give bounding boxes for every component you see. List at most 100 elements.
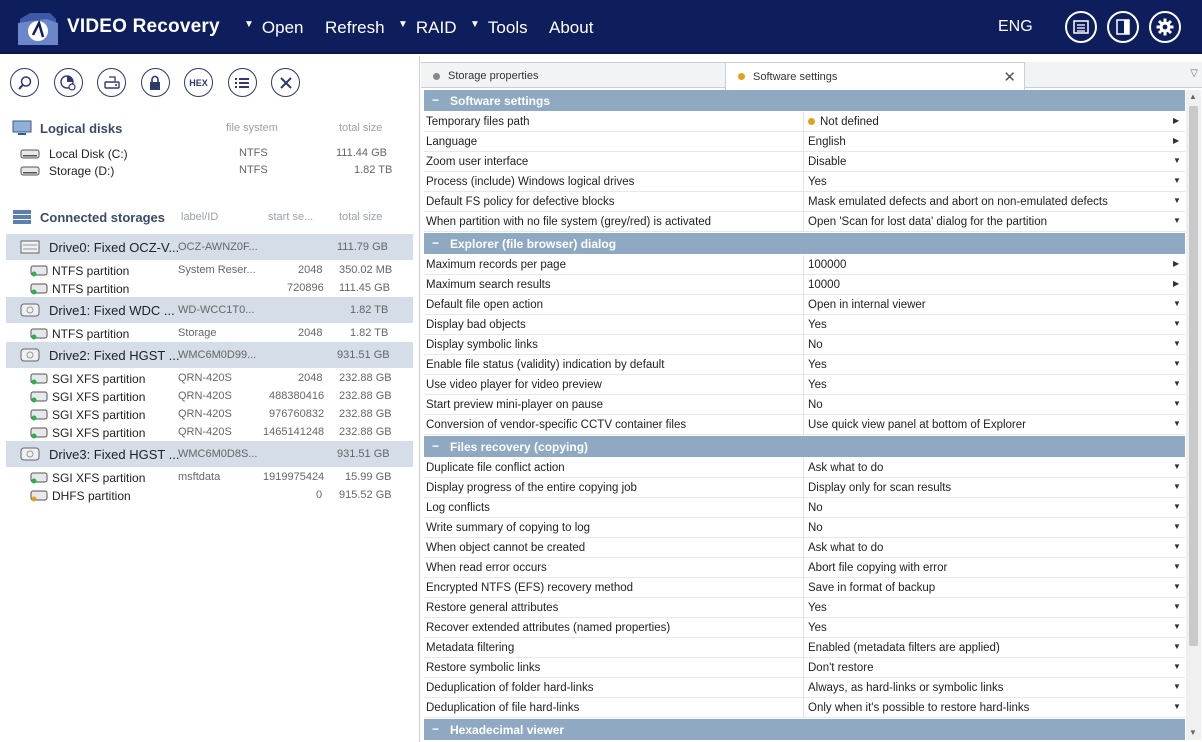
vertical-scrollbar[interactable]: ▲ ▼ (1186, 90, 1201, 740)
setting-row[interactable]: Display bad objects Yes ▼ (424, 315, 1185, 335)
setting-row[interactable]: Process (include) Windows logical drives… (424, 172, 1185, 192)
expand-arrow-icon[interactable]: ▶ (1173, 116, 1179, 125)
setting-row[interactable]: Start preview mini-player on pause No ▼ (424, 395, 1185, 415)
setting-value[interactable]: No (808, 399, 823, 411)
setting-value[interactable]: Yes (808, 319, 827, 331)
panel-toggle-button[interactable] (1107, 11, 1139, 43)
drive-row[interactable]: Drive3: Fixed HGST ... WMC6M0D8S... 931.… (6, 441, 413, 467)
partition-row[interactable]: SGI XFS partition QRN-420S 1465141248 23… (6, 424, 413, 442)
close-tab-icon[interactable]: ✕ (1003, 68, 1016, 86)
open-image-button[interactable] (97, 68, 126, 97)
setting-row[interactable]: Duplicate file conflict action Ask what t… (424, 458, 1185, 478)
setting-value[interactable]: 100000 (808, 259, 846, 271)
setting-value[interactable]: Yes (808, 622, 827, 634)
scroll-up-icon[interactable]: ▲ (1189, 92, 1197, 101)
setting-value[interactable]: Ask what to do (808, 462, 883, 474)
partition-row[interactable]: DHFS partition 0 915.52 GB (6, 487, 413, 505)
scroll-down-icon[interactable]: ▼ (1189, 728, 1197, 737)
dropdown-arrow-icon[interactable]: ▼ (1173, 196, 1181, 205)
dropdown-arrow-icon[interactable]: ▼ (1173, 542, 1181, 551)
logical-disk-row[interactable]: Local Disk (C:) NTFS 111.44 GB (6, 145, 413, 163)
partition-row[interactable]: SGI XFS partition msftdata 1919975424 15… (6, 469, 413, 487)
setting-row[interactable]: Log conflicts No ▼ (424, 498, 1185, 518)
dropdown-arrow-icon[interactable]: ▼ (1173, 299, 1181, 308)
dropdown-arrow-icon[interactable]: ▼ (1173, 622, 1181, 631)
dropdown-arrow-icon[interactable]: ▼ (1173, 319, 1181, 328)
dropdown-arrow-icon[interactable]: ▼ (1173, 502, 1181, 511)
dropdown-arrow-icon[interactable]: ▼ (1173, 702, 1181, 711)
dropdown-arrow-icon[interactable]: ▼ (1173, 419, 1181, 428)
setting-row[interactable]: Default file open action Open in internal… (424, 295, 1185, 315)
setting-row[interactable]: When partition with no file system (grey… (424, 212, 1185, 232)
setting-row[interactable]: Recover extended attributes (named prope… (424, 618, 1185, 638)
setting-row[interactable]: Language English ▶ (424, 132, 1185, 152)
expand-arrow-icon[interactable]: ▶ (1173, 259, 1179, 268)
setting-row[interactable]: Encrypted NTFS (EFS) recovery method Save… (424, 578, 1185, 598)
setting-value[interactable]: Open 'Scan for lost data' dialog for the… (808, 216, 1047, 228)
dropdown-arrow-icon[interactable]: ▼ (1173, 682, 1181, 691)
setting-value[interactable]: Yes (808, 379, 827, 391)
partition-row[interactable]: NTFS partition Storage 2048 1.82 TB (6, 325, 413, 343)
tab-software-settings[interactable]: Software settings ✕ (725, 62, 1025, 90)
dropdown-arrow-icon[interactable]: ▼ (1173, 522, 1181, 531)
setting-row[interactable]: Zoom user interface Disable ▼ (424, 152, 1185, 172)
setting-value[interactable]: Save in format of backup (808, 582, 935, 594)
setting-row[interactable]: Maximum records per page 100000 ▶ (424, 255, 1185, 275)
settings-group-header[interactable]: − Files recovery (copying) (424, 436, 1185, 457)
setting-row[interactable]: Deduplication of file hard-links Only whe… (424, 698, 1185, 718)
dropdown-arrow-icon[interactable]: ▼ (1173, 662, 1181, 671)
dropdown-arrow-icon[interactable]: ▼ (1173, 156, 1181, 165)
setting-row[interactable]: When object cannot be created Ask what to… (424, 538, 1185, 558)
setting-row[interactable]: Write summary of copying to log No ▼ (424, 518, 1185, 538)
collapse-icon[interactable]: − (432, 439, 439, 453)
expand-arrow-icon[interactable]: ▶ (1173, 279, 1179, 288)
settings-group-header[interactable]: − Hexadecimal viewer (424, 719, 1185, 740)
setting-value[interactable]: Only when it's possible to restore hard-… (808, 702, 1029, 714)
tab-list-dropdown-icon[interactable]: ▽ (1190, 68, 1198, 79)
setting-value[interactable]: Ask what to do (808, 542, 883, 554)
dropdown-arrow-icon[interactable]: ▼ (1173, 379, 1181, 388)
setting-value[interactable]: 10000 (808, 279, 840, 291)
settings-group-header[interactable]: − Software settings (424, 90, 1185, 111)
settings-group-header[interactable]: − Explorer (file browser) dialog (424, 233, 1185, 254)
dropdown-arrow-icon[interactable]: ▼ (1173, 562, 1181, 571)
expand-arrow-icon[interactable]: ▶ (1173, 136, 1179, 145)
dropdown-arrow-icon[interactable]: ▼ (1173, 462, 1181, 471)
setting-row[interactable]: Maximum search results 10000 ▶ (424, 275, 1185, 295)
logical-disk-row[interactable]: Storage (D:) NTFS 1.82 TB (6, 162, 413, 180)
dropdown-arrow-icon[interactable]: ▼ (1173, 339, 1181, 348)
drive-row[interactable]: Drive2: Fixed HGST ... WMC6M0D99... 931.… (6, 342, 413, 368)
language-selector[interactable]: ENG (998, 18, 1033, 36)
open-storage-button[interactable] (53, 68, 83, 97)
setting-value[interactable]: Don't restore (808, 662, 873, 674)
setting-row[interactable]: Temporary files path Not defined ▶ (424, 112, 1185, 132)
setting-value[interactable]: Mask emulated defects and abort on non-e… (808, 196, 1108, 208)
dropdown-arrow-icon[interactable]: ▼ (1173, 582, 1181, 591)
setting-value[interactable]: English (808, 136, 846, 148)
close-storage-button[interactable] (271, 68, 300, 97)
setting-value[interactable]: No (808, 522, 823, 534)
menu-raid[interactable]: ▼ RAID (398, 18, 457, 38)
partition-row[interactable]: SGI XFS partition QRN-420S 976760832 232… (6, 406, 413, 424)
scrollbar-thumb[interactable] (1189, 106, 1198, 646)
collapse-icon[interactable]: − (432, 722, 439, 736)
setting-row[interactable]: Metadata filtering Enabled (metadata filt… (424, 638, 1185, 658)
setting-value[interactable]: Use quick view panel at bottom of Explor… (808, 419, 1026, 431)
setting-row[interactable]: Default FS policy for defective blocks Ma… (424, 192, 1185, 212)
dropdown-arrow-icon[interactable]: ▼ (1173, 399, 1181, 408)
drive-row[interactable]: Drive1: Fixed WDC ... WD-WCC1T0... 1.82 … (6, 297, 413, 323)
setting-row[interactable]: Enable file status (validity) indication… (424, 355, 1185, 375)
setting-row[interactable]: Display progress of the entire copying j… (424, 478, 1185, 498)
dropdown-arrow-icon[interactable]: ▼ (1173, 216, 1181, 225)
lock-button[interactable] (140, 68, 170, 97)
setting-row[interactable]: Restore symbolic links Don't restore ▼ (424, 658, 1185, 678)
collapse-icon[interactable]: − (432, 236, 439, 250)
setting-value[interactable]: Display only for scan results (808, 482, 951, 494)
menu-refresh[interactable]: Refresh (325, 18, 385, 38)
partition-row[interactable]: SGI XFS partition QRN-420S 488380416 232… (6, 388, 413, 406)
setting-value[interactable]: Abort file copying with error (808, 562, 947, 574)
setting-row[interactable]: When read error occurs Abort file copying… (424, 558, 1185, 578)
settings-button[interactable] (1149, 11, 1181, 43)
setting-value[interactable]: Always, as hard-links or symbolic links (808, 682, 1004, 694)
dropdown-arrow-icon[interactable]: ▼ (1173, 482, 1181, 491)
